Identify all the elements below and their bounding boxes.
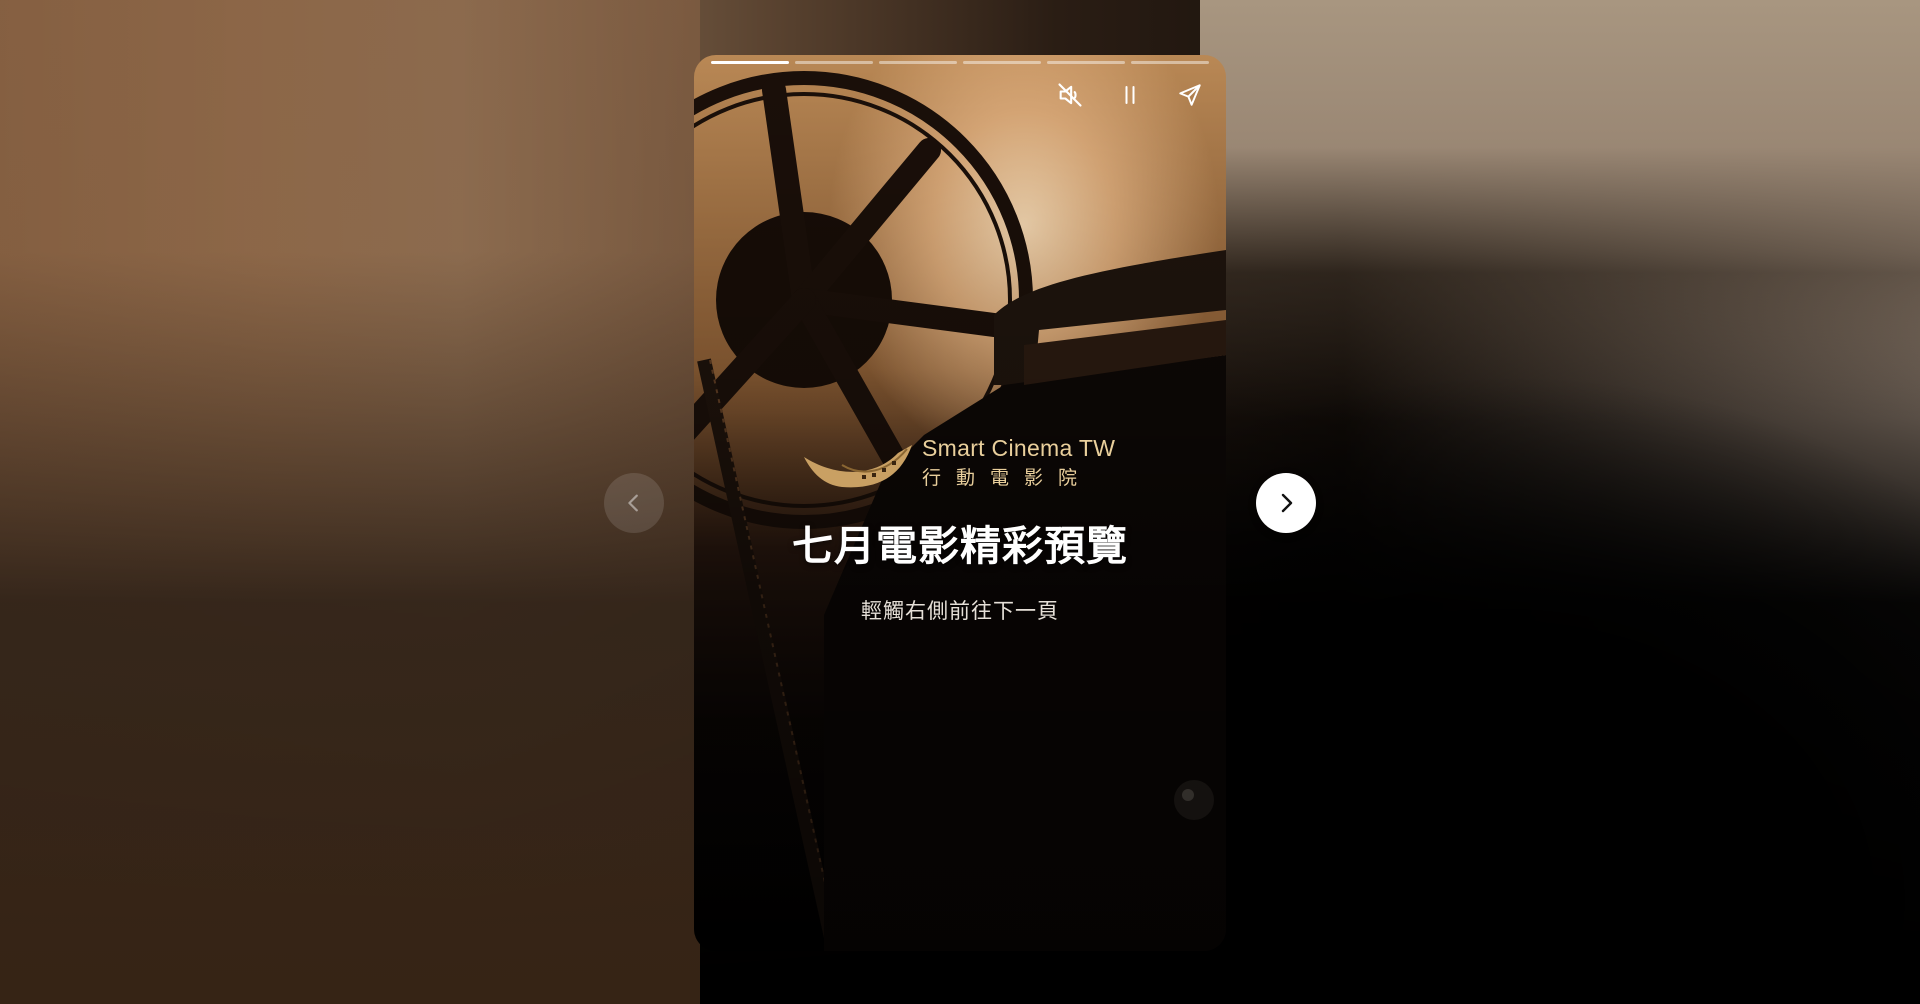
mute-toggle-button[interactable]: [1052, 77, 1088, 113]
progress-segment-2: [795, 61, 873, 64]
share-button[interactable]: [1172, 77, 1208, 113]
progress-segment-3: [879, 61, 957, 64]
logo-name-zh: 行動電影院: [922, 467, 1093, 489]
chevron-right-icon: [1281, 493, 1293, 513]
story-card[interactable]: Smart Cinema TW 行動電影院 七月電影精彩預覽 輕觸右側前往下一頁: [694, 55, 1226, 951]
pause-icon: [1125, 86, 1135, 104]
pause-button[interactable]: [1112, 77, 1148, 113]
progress-segment-6: [1131, 61, 1209, 64]
backdrop-left-tint: [0, 0, 700, 1004]
story-hint: 輕觸右側前往下一頁: [861, 599, 1059, 623]
progress-segment-1: [711, 61, 789, 64]
next-page-button[interactable]: [1256, 473, 1316, 533]
logo-name-en: Smart Cinema TW: [922, 435, 1116, 461]
story-progress: [711, 61, 1209, 65]
progress-segment-5: [1047, 61, 1125, 64]
story-shade: [694, 55, 1226, 951]
story-title: 七月電影精彩預覽: [792, 522, 1128, 570]
speaker-muted-icon: [1058, 83, 1082, 107]
send-icon: [1179, 84, 1201, 106]
chevron-left-icon: [628, 494, 638, 512]
story-controls: [1052, 77, 1208, 113]
progress-segment-4: [963, 61, 1041, 64]
previous-page-button[interactable]: [604, 473, 664, 533]
backdrop-right-tint: [1200, 0, 1920, 420]
